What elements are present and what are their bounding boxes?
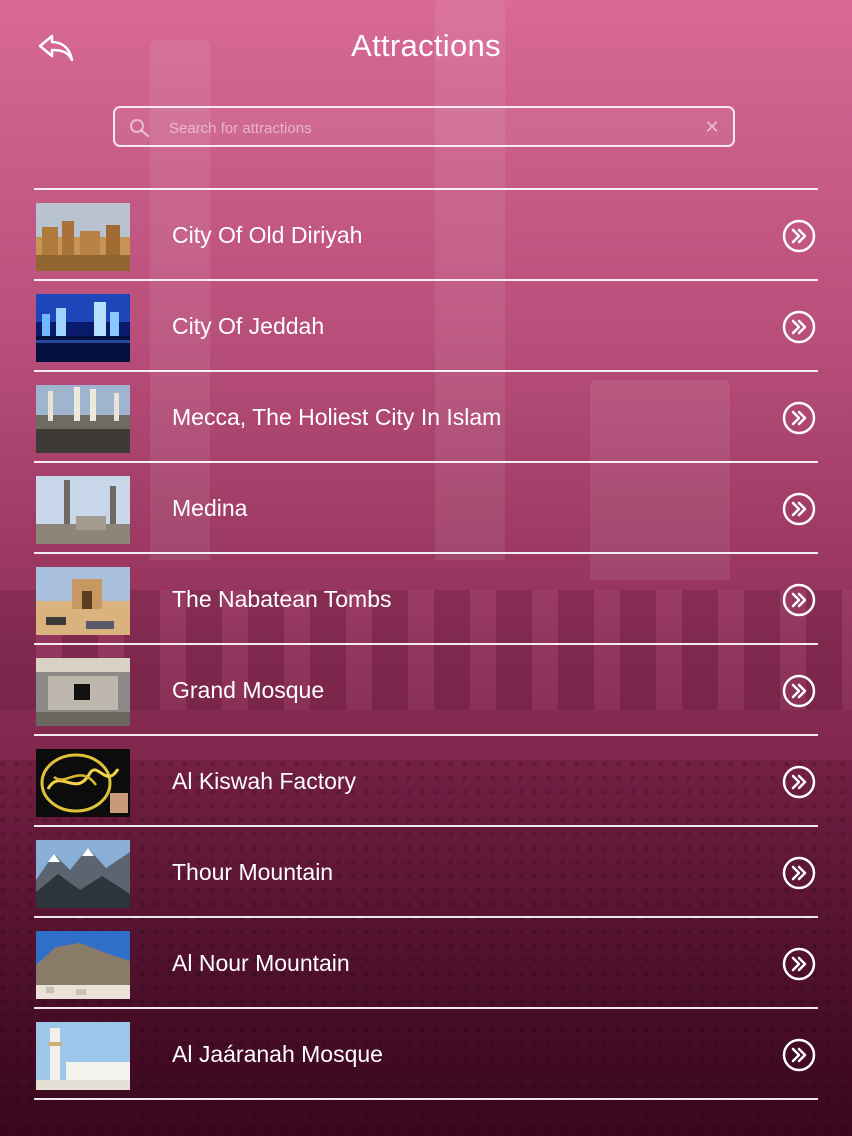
chevron-right-icon[interactable] (782, 583, 816, 617)
list-item[interactable]: City Of Old Diriyah (34, 190, 818, 281)
list-item[interactable]: Thour Mountain (34, 827, 818, 918)
thumbnail-image (36, 294, 130, 362)
chevron-right-icon[interactable] (782, 1038, 816, 1072)
list-item[interactable]: Al Nour Mountain (34, 918, 818, 1009)
clear-search-button[interactable]: ✕ (703, 117, 721, 137)
list-item-label: Mecca, The Holiest City In Islam (172, 404, 502, 430)
chevron-right-icon[interactable] (782, 674, 816, 708)
list-item[interactable]: Grand Mosque (34, 645, 818, 736)
chevron-right-icon[interactable] (782, 765, 816, 799)
thumbnail-image (36, 1022, 130, 1090)
thumbnail-image (36, 931, 130, 999)
list-item[interactable]: Al Kiswah Factory (34, 736, 818, 827)
page-title: Attractions (351, 28, 501, 63)
header: Attractions (0, 0, 852, 96)
thumbnail-image (36, 476, 130, 544)
thumbnail-image (36, 749, 130, 817)
search-input[interactable] (167, 114, 691, 142)
thumbnail-image (36, 567, 130, 635)
chevron-right-icon[interactable] (782, 401, 816, 435)
list-item[interactable]: Medina (34, 463, 818, 554)
list-item[interactable]: Al Jaáranah Mosque (34, 1009, 818, 1100)
chevron-right-icon[interactable] (782, 492, 816, 526)
chevron-right-icon[interactable] (782, 310, 816, 344)
search-icon (130, 119, 150, 138)
list-item[interactable]: Mecca, The Holiest City In Islam (34, 372, 818, 463)
list-item-label: Al Nour Mountain (172, 950, 350, 976)
list-item-label: The Nabatean Tombs (172, 586, 392, 612)
list-item-label: Al Jaáranah Mosque (172, 1041, 383, 1067)
list-item-label: Al Kiswah Factory (172, 768, 357, 794)
chevron-right-icon[interactable] (782, 947, 816, 981)
list-item[interactable]: The Nabatean Tombs (34, 554, 818, 645)
thumbnail-image (36, 203, 130, 271)
thumbnail-image (36, 840, 130, 908)
search-bar[interactable]: ✕ (113, 106, 735, 147)
chevron-right-icon[interactable] (782, 219, 816, 253)
chevron-right-icon[interactable] (782, 856, 816, 890)
list-item-label: Grand Mosque (172, 677, 325, 703)
list-item-label: City Of Old Diriyah (172, 222, 363, 248)
list-item-label: Medina (172, 495, 248, 521)
attractions-list: City Of Old Diriyah City Of Jeddah Mecca… (34, 188, 818, 1100)
thumbnail-image (36, 385, 130, 453)
thumbnail-image (36, 658, 130, 726)
list-item-label: City Of Jeddah (172, 313, 325, 339)
list-item-label: Thour Mountain (172, 859, 334, 885)
list-item[interactable]: City Of Jeddah (34, 281, 818, 372)
